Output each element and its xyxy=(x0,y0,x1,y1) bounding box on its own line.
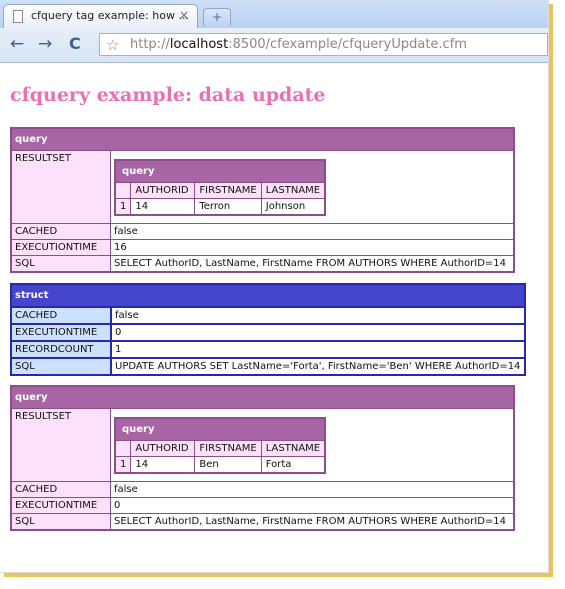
table-row: 1 14 Ben Forta xyxy=(114,456,326,474)
executiontime-label: EXECUTIONTIME xyxy=(10,323,112,342)
table-cell: Terron xyxy=(194,198,262,216)
column-header: AUTHORID xyxy=(130,440,196,457)
sql-value: SELECT AuthorID, LastName, FirstName FRO… xyxy=(110,255,515,273)
toolbar: ← → C ☆ http://localhost:8500/cfexample/… xyxy=(0,28,548,63)
executiontime-value: 0 xyxy=(110,497,515,514)
query-dump-after: query RESULTSET query AUTHORID FIRSTNAME… xyxy=(10,385,515,531)
executiontime-label: EXECUTIONTIME xyxy=(10,497,111,514)
dump-type-header: query xyxy=(11,386,514,409)
column-header: LASTNAME xyxy=(260,440,326,457)
cached-value: false xyxy=(110,481,515,498)
recordcount-value: 1 xyxy=(110,340,526,359)
inner-type-header: query xyxy=(115,160,326,183)
table-cell: Forta xyxy=(260,456,326,474)
resultset-label: RESULTSET xyxy=(10,408,111,482)
column-header: LASTNAME xyxy=(260,182,326,199)
sql-label: SQL xyxy=(10,513,111,531)
cached-label: CACHED xyxy=(10,481,111,498)
cached-value: false xyxy=(110,223,515,240)
sql-label: SQL xyxy=(10,357,112,376)
sql-label: SQL xyxy=(10,255,111,273)
row-number: 1 xyxy=(114,456,132,474)
close-tab-icon[interactable]: × xyxy=(179,8,189,22)
page-title: cfquery example: data update xyxy=(10,84,326,106)
table-cell: 14 xyxy=(130,198,196,216)
tab-strip: cfquery tag example: how ... × + xyxy=(0,0,548,28)
recordcount-label: RECORDCOUNT xyxy=(10,340,112,359)
column-header: AUTHORID xyxy=(130,182,196,199)
forward-button[interactable]: → xyxy=(38,35,52,53)
browser-tab[interactable]: cfquery tag example: how ... × xyxy=(3,4,198,28)
resultset-value: query AUTHORID FIRSTNAME LASTNAME 1 14 B… xyxy=(110,408,515,482)
bookmark-star-icon[interactable]: ☆ xyxy=(106,36,119,54)
executiontime-value: 0 xyxy=(110,323,526,342)
browser-window: cfquery tag example: how ... × + ← → C ☆… xyxy=(0,0,549,573)
table-cell: 14 xyxy=(130,456,196,474)
page-content: cfquery example: data update query RESUL… xyxy=(0,62,548,572)
back-button[interactable]: ← xyxy=(10,35,24,53)
row-number: 1 xyxy=(114,198,132,216)
struct-dump-update: struct CACHED false EXECUTIONTIME 0 RECORD… xyxy=(10,283,526,376)
table-cell: Johnson xyxy=(260,198,326,216)
resultset-label: RESULTSET xyxy=(10,150,111,224)
column-header: FIRSTNAME xyxy=(194,440,262,457)
tab-title: cfquery tag example: how ... xyxy=(31,9,189,22)
row-num-header xyxy=(114,182,132,199)
cached-value: false xyxy=(110,306,526,325)
inner-type-header: query xyxy=(115,418,326,441)
new-tab-button[interactable]: + xyxy=(203,8,231,26)
cached-label: CACHED xyxy=(10,306,112,325)
column-header: FIRSTNAME xyxy=(194,182,262,199)
page-icon xyxy=(13,10,23,23)
sql-value: UPDATE AUTHORS SET LastName='Forta', Fir… xyxy=(110,357,526,376)
resultset-table: query AUTHORID FIRSTNAME LASTNAME 1 14 B… xyxy=(114,417,327,474)
executiontime-value: 16 xyxy=(110,239,515,256)
table-row: 1 14 Terron Johnson xyxy=(114,198,326,216)
sql-value: SELECT AuthorID, LastName, FirstName FRO… xyxy=(110,513,515,531)
resultset-table: query AUTHORID FIRSTNAME LASTNAME 1 14 T… xyxy=(114,159,327,216)
dump-type-header: struct xyxy=(11,284,525,307)
url-text[interactable]: http://localhost:8500/cfexample/cfqueryU… xyxy=(130,37,467,52)
row-num-header xyxy=(114,440,132,457)
reload-button[interactable]: C xyxy=(69,35,81,53)
dump-type-header: query xyxy=(11,128,514,151)
executiontime-label: EXECUTIONTIME xyxy=(10,239,111,256)
address-bar[interactable]: ☆ http://localhost:8500/cfexample/cfquer… xyxy=(99,33,548,56)
query-dump-before: query RESULTSET query AUTHORID FIRSTNAME… xyxy=(10,127,515,273)
table-cell: Ben xyxy=(194,456,262,474)
cached-label: CACHED xyxy=(10,223,111,240)
resultset-value: query AUTHORID FIRSTNAME LASTNAME 1 14 T… xyxy=(110,150,515,224)
